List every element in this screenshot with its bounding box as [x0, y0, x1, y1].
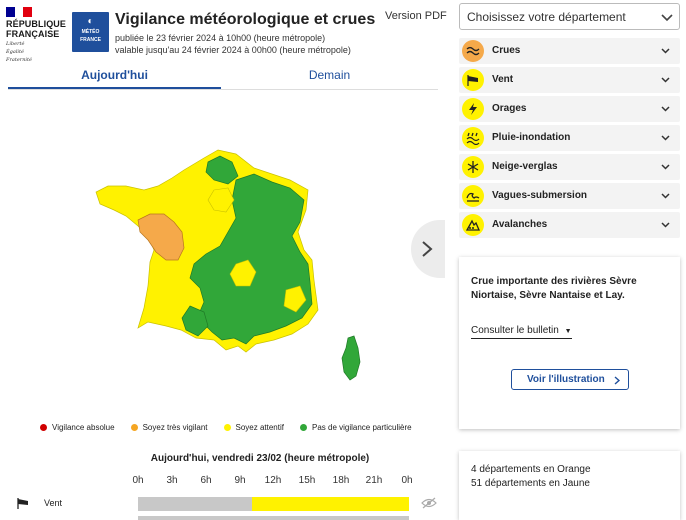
- republique-francaise-logo: RÉPUBLIQUE FRANÇAISE Liberté Égalité Fra…: [6, 7, 68, 63]
- bulletin-dropdown[interactable]: Consulter le bulletin ▼: [471, 325, 572, 339]
- chevron-right-icon: [614, 376, 620, 385]
- hour-label: 3h: [166, 475, 178, 486]
- department-select-placeholder: Choisissez votre département: [467, 10, 626, 24]
- yellow-count: 51 départements en Jaune: [471, 478, 590, 489]
- stats-card: 4 départements en Orange 51 départements…: [459, 451, 680, 520]
- timeline-yellow-segment: [251, 497, 409, 511]
- wind-icon: [17, 498, 28, 509]
- risk-item-vent[interactable]: Vent: [459, 67, 680, 93]
- legend-item-red: Vigilance absolue: [40, 423, 115, 432]
- legend-item-green: Pas de vigilance particulière: [299, 423, 412, 432]
- mf-logo-line2: FRANCE: [80, 37, 101, 43]
- chevron-down-icon: [661, 193, 670, 199]
- timeline-row-label: Vent: [44, 498, 63, 508]
- avalanche-icon: [462, 214, 484, 236]
- legend-dot-green-icon: [299, 424, 307, 431]
- hour-label: 18h: [332, 475, 350, 486]
- valid-until-date: valable jusqu'au 24 février 2024 à 00h00…: [115, 45, 351, 55]
- tab-tomorrow[interactable]: Demain: [221, 68, 438, 89]
- motto-2: Égalité: [6, 49, 24, 55]
- risk-label: Avalanches: [492, 219, 548, 230]
- org-name-line1: RÉPUBLIQUE: [6, 19, 67, 29]
- hour-label: 15h: [298, 475, 316, 486]
- meteo-france-logo[interactable]: ◐ MÉTÉO FRANCE: [72, 12, 109, 52]
- chevron-down-icon: [661, 164, 670, 170]
- french-flag-icon: [6, 7, 33, 17]
- risk-item-neige-verglas[interactable]: Neige-verglas: [459, 154, 680, 180]
- risk-item-avalanches[interactable]: Avalanches: [459, 212, 680, 238]
- corsica-green[interactable]: [341, 335, 361, 381]
- hour-label: 0h: [132, 475, 144, 486]
- risk-item-orages[interactable]: Orages: [459, 96, 680, 122]
- risk-label: Orages: [492, 103, 527, 114]
- hour-label: 9h: [234, 475, 246, 486]
- motto-1: Liberté: [6, 41, 25, 47]
- view-illustration-button[interactable]: Voir l'illustration: [511, 369, 629, 390]
- eye-hidden-icon[interactable]: [421, 497, 437, 509]
- risk-label: Vagues-submersion: [492, 190, 588, 201]
- hour-label: 6h: [200, 475, 212, 486]
- legend-label: Vigilance absolue: [52, 423, 115, 432]
- tab-today[interactable]: Aujourd'hui: [8, 68, 221, 89]
- timeline-bar: [138, 497, 409, 511]
- risk-item-pluie-inondation[interactable]: Pluie-inondation: [459, 125, 680, 151]
- chevron-down-icon: [661, 222, 670, 228]
- motto-3: Fraternité: [6, 57, 32, 63]
- waves-icon: [462, 185, 484, 207]
- timeline-next-bar: [138, 516, 409, 520]
- legend-dot-yellow-icon: [223, 424, 231, 431]
- orange-count: 4 départements en Orange: [471, 464, 591, 475]
- risk-item-vagues-submersion[interactable]: Vagues-submersion: [459, 183, 680, 209]
- flood-info-card: Crue importante des rivières Sèvre Niort…: [459, 257, 680, 429]
- pdf-version-link[interactable]: Version PDF: [385, 10, 447, 22]
- france-vigilance-map[interactable]: [86, 140, 386, 390]
- storm-icon: [462, 98, 484, 120]
- chevron-down-icon: [661, 77, 670, 83]
- legend-dot-orange-icon: [130, 424, 138, 431]
- button-label: Voir l'illustration: [527, 374, 605, 385]
- org-name-line2: FRANÇAISE: [6, 29, 60, 39]
- chevron-down-icon: [661, 48, 670, 54]
- hour-label: 12h: [264, 475, 282, 486]
- risk-label: Crues: [492, 45, 521, 56]
- risk-label: Vent: [492, 74, 514, 85]
- hour-label: 21h: [365, 475, 383, 486]
- risk-label: Neige-verglas: [492, 161, 558, 172]
- meteo-france-symbol-icon: ◐: [87, 16, 94, 27]
- legend-label: Soyez attentif: [235, 423, 284, 432]
- wind-icon: [462, 69, 484, 91]
- risk-item-crues[interactable]: Crues: [459, 38, 680, 64]
- chevron-down-icon: [661, 14, 673, 22]
- legend-item-yellow: Soyez attentif: [223, 423, 284, 432]
- day-tabs: Aujourd'hui Demain: [8, 68, 438, 90]
- timeline-title: Aujourd'hui, vendredi 23/02 (heure métro…: [150, 453, 370, 464]
- chevron-down-icon: [661, 106, 670, 112]
- legend-label: Pas de vigilance particulière: [311, 423, 412, 432]
- caret-down-icon: ▼: [564, 328, 572, 335]
- next-map-button[interactable]: [411, 220, 445, 278]
- chevron-right-icon: [422, 241, 433, 257]
- hour-label: 0h: [401, 475, 413, 486]
- legend-label: Soyez très vigilant: [142, 423, 208, 432]
- flood-icon: [462, 40, 484, 62]
- map-legend: Vigilance absolue Soyez très vigilant So…: [40, 423, 428, 432]
- rain-flood-icon: [462, 127, 484, 149]
- legend-dot-red-icon: [40, 424, 47, 431]
- page-title: Vigilance météorologique et crues: [115, 11, 376, 28]
- chevron-down-icon: [661, 135, 670, 141]
- department-select[interactable]: Choisissez votre département: [459, 3, 680, 30]
- timeline-past-segment: [138, 497, 252, 511]
- bulletin-label: Consulter le bulletin: [471, 325, 559, 336]
- snow-ice-icon: [462, 156, 484, 178]
- flood-message: Crue importante des rivières Sèvre Niort…: [471, 276, 637, 301]
- mf-logo-line1: MÉTÉO: [81, 29, 100, 35]
- published-date: publiée le 23 février 2024 à 10h00 (heur…: [115, 33, 326, 43]
- risk-label: Pluie-inondation: [492, 132, 571, 143]
- legend-item-orange: Soyez très vigilant: [130, 423, 208, 432]
- risk-list: Crues Vent Orages Pluie-inondation Neige…: [459, 38, 680, 241]
